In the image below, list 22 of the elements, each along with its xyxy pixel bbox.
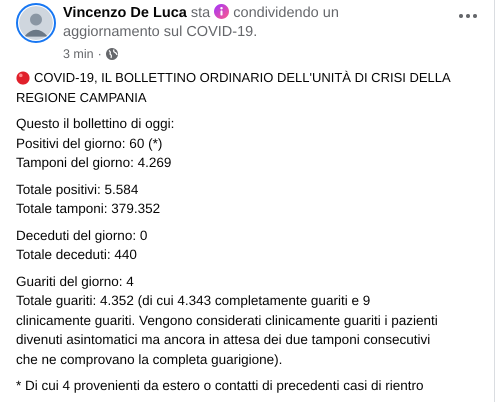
author-name[interactable]: Vincenzo De Luca	[63, 5, 187, 21]
post-text-line: * Di cui 4 provenienti da estero o contatti di precedenti casi di rientro	[16, 377, 424, 395]
post-text-line: Questo il bollettino di oggi:	[16, 115, 176, 133]
separator-dot: ·	[98, 47, 102, 61]
post-text-line: Deceduti del giorno: 0	[16, 226, 148, 245]
avatar[interactable]	[16, 3, 56, 43]
activity-text: aggiornamento sul COVID-19.	[63, 24, 258, 40]
activity-text: condividendo un	[233, 5, 339, 21]
post-text-line: Totale deceduti: 440	[16, 246, 138, 264]
info-icon	[214, 4, 230, 19]
dot-icon	[16, 70, 30, 85]
post-text-line: Totale guariti: 4.352 (di cui 4.343 completamente guariti e 9 clinicamente guariti. Vengono considerati clinicamente guariti i pazienti divenuti asintomatici ma ancora in attesa dei due tamponi consecutivi che ne comprovano la completa guarigione).	[16, 292, 439, 369]
post-title: REGIONE CAMPANIA	[16, 90, 147, 104]
post-time[interactable]: 3 min	[63, 47, 94, 61]
globe-icon[interactable]	[106, 48, 118, 60]
post-text-line: Totale tamponi: 379.352	[16, 200, 162, 218]
post-title: COVID-19, IL BOLLETTINO ORDINARIO DELL'UNITÀ DI CRISI DELLA	[34, 69, 451, 87]
post-text-line: Positivi del giorno: 60 (*)	[16, 134, 164, 153]
activity-verb: sta	[190, 5, 210, 21]
post-text-line: Guariti del giorno: 4	[16, 272, 135, 291]
post-text-line: Tamponi del giorno: 4.269	[16, 154, 172, 172]
post-text-line: Totale positivi: 5.584	[16, 180, 140, 199]
